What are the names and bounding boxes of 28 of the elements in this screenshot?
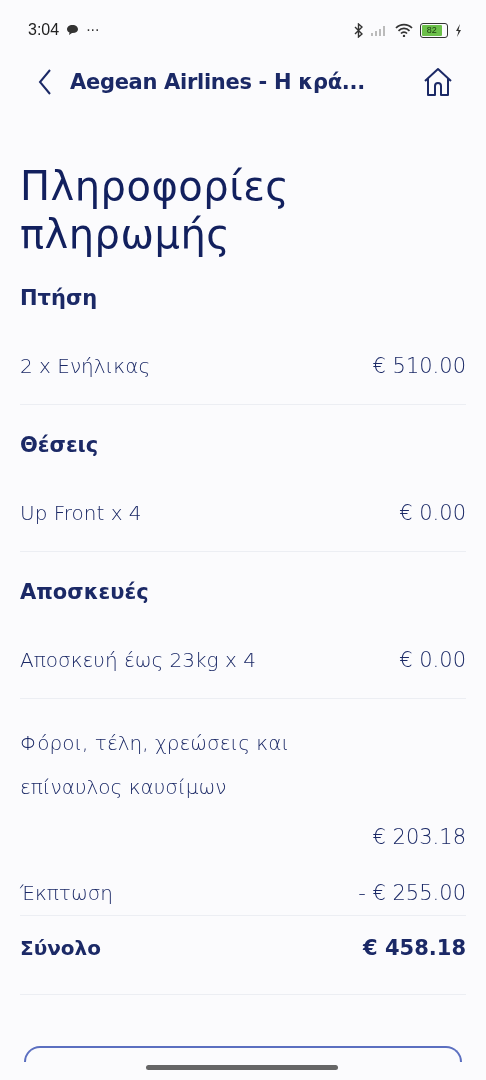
line-label: Up Front x 4 — [20, 501, 142, 525]
button-outline[interactable] — [24, 1046, 462, 1062]
back-button[interactable] — [38, 68, 52, 96]
wifi-icon — [395, 23, 413, 37]
notification-dots: ··· — [86, 22, 100, 38]
status-time: 3:04 — [28, 21, 60, 39]
home-button[interactable] — [422, 66, 454, 98]
line-label: 2 x Ενήλικας — [20, 354, 151, 378]
bluetooth-icon — [354, 22, 363, 38]
total-amount: € 458.18 — [363, 936, 466, 960]
line-amount: € 0.00 — [399, 501, 466, 525]
section-heading: Θέσεις — [20, 432, 100, 459]
header-title: Aegean Airlines - Η κρά... — [70, 70, 366, 94]
charging-bolt-icon — [455, 23, 462, 37]
section-heading: Αποσκευές — [20, 579, 150, 606]
chat-bubble-icon — [66, 24, 80, 36]
total-label: Σύνολο — [20, 936, 101, 960]
line-label: Φόροι, τέλη, χρεώσεις και επίναυλος καυσίμων — [20, 730, 291, 801]
battery-indicator: 82 — [420, 22, 448, 38]
line-amount: € 203.18 — [372, 824, 466, 849]
line-label: Έκπτωση — [20, 881, 113, 905]
line-amount: € 0.00 — [399, 648, 466, 672]
signal-icon — [370, 24, 388, 36]
line-amount: - € 255.00 — [358, 881, 466, 905]
page-title: Πληροφορίες πληρωμής — [20, 162, 291, 258]
section-heading: Πτήση — [20, 285, 99, 312]
line-label: Αποσκευή έως 23kg x 4 — [20, 648, 256, 672]
line-amount: € 510.00 — [372, 354, 466, 378]
